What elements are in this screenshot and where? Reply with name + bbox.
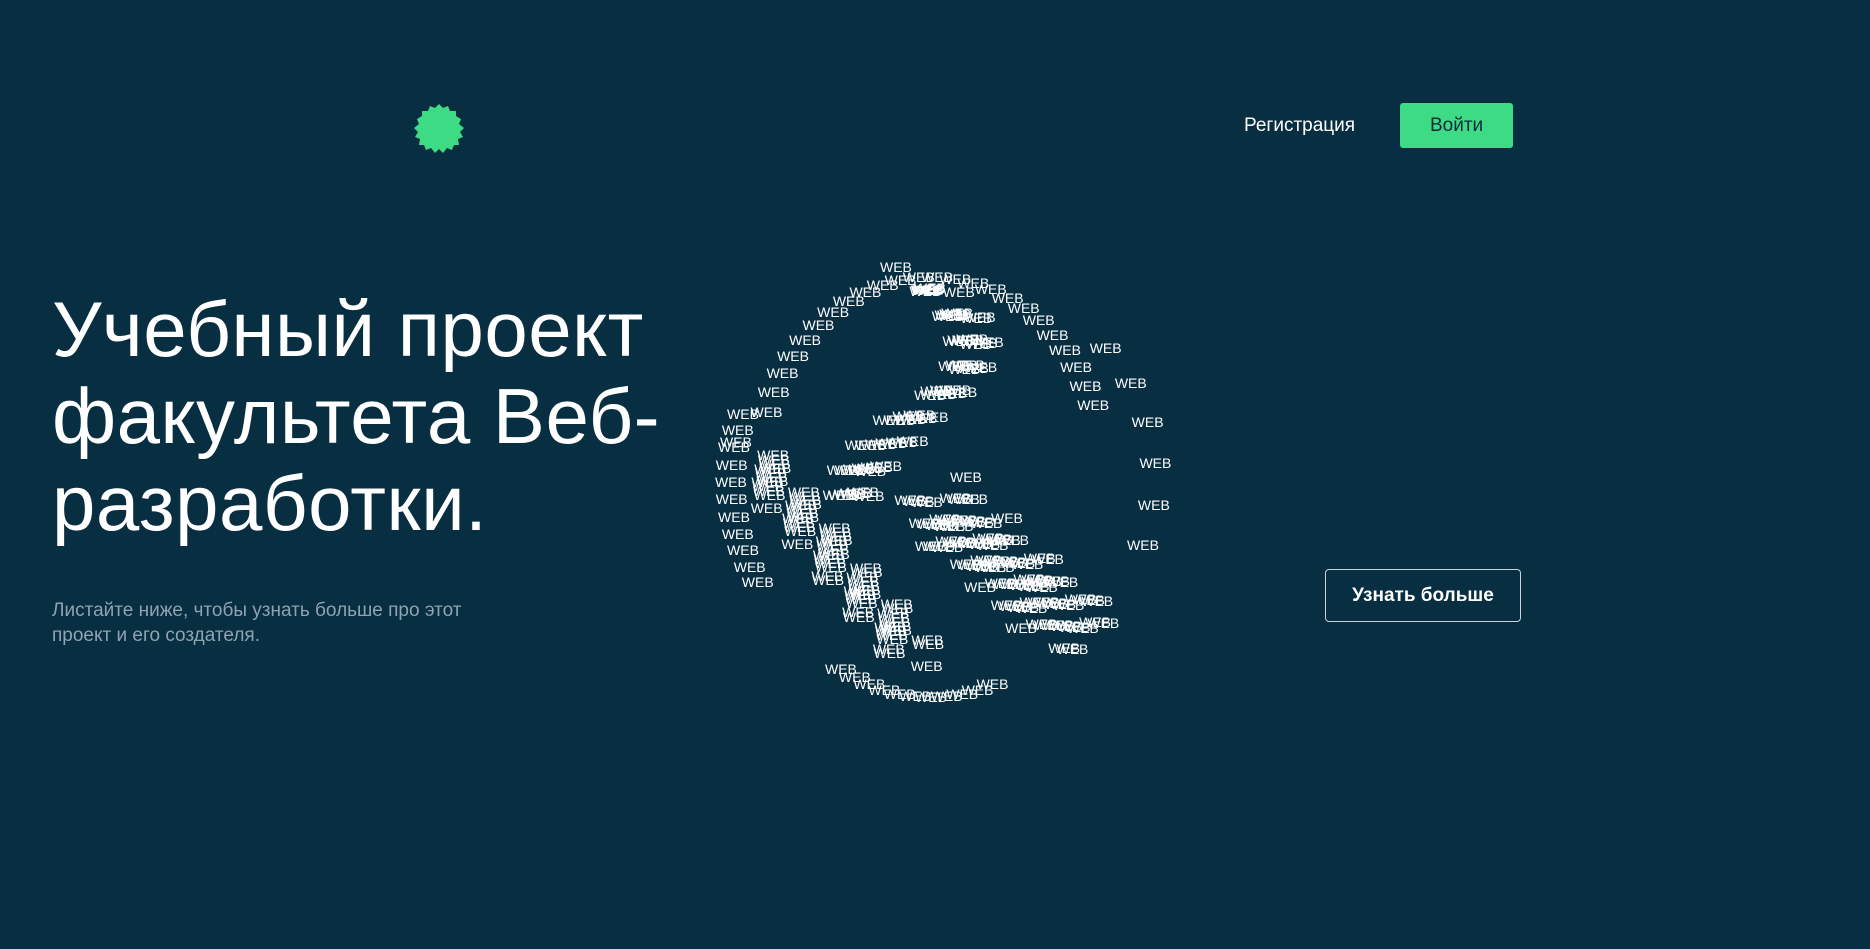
- web-word: WEB: [811, 568, 844, 585]
- web-word: WEB: [1139, 455, 1172, 472]
- web-word: WEB: [960, 309, 993, 326]
- web-word: WEB: [1036, 326, 1069, 343]
- web-word: WEB: [1127, 537, 1159, 554]
- web-word: WEB: [812, 546, 845, 563]
- web-word: WEB: [894, 492, 927, 509]
- web-word: WEB: [1025, 615, 1058, 632]
- web-word: WEB: [844, 437, 877, 454]
- web-word: WEB: [781, 536, 814, 553]
- web-word: WEB: [750, 500, 783, 517]
- login-button[interactable]: Войти: [1400, 103, 1514, 148]
- web-word: WEB: [1013, 571, 1046, 588]
- web-word: WEB: [1114, 375, 1147, 392]
- web-word: WEB: [757, 384, 790, 401]
- web-word: WEB: [942, 284, 975, 300]
- web-word: WEB: [718, 508, 750, 525]
- web-word: WEB: [715, 491, 748, 508]
- web-word: WEB: [939, 489, 972, 506]
- web-word: WEB: [822, 487, 855, 504]
- web-word: WEB: [1077, 397, 1110, 414]
- web-word: WEB: [1022, 312, 1055, 329]
- web-word: WEB: [948, 360, 981, 377]
- web-word: WEB: [950, 469, 982, 485]
- web-word: WEB: [874, 618, 907, 635]
- web-word: WEB: [991, 510, 1023, 526]
- web-word: WEB: [914, 386, 946, 403]
- web-word: WEB: [843, 582, 876, 599]
- web-word: WEB: [929, 510, 962, 527]
- web-word: WEB: [852, 488, 885, 505]
- web-word: WEB: [1079, 614, 1112, 631]
- web-word: WEB: [1131, 413, 1164, 430]
- web-word: WEB: [909, 283, 942, 300]
- web-word: WEB: [872, 640, 905, 657]
- web-word: WEB: [911, 632, 944, 649]
- web-word: WEB: [777, 347, 809, 364]
- web-word: WEB: [802, 316, 835, 333]
- web-word: WEB: [766, 365, 799, 382]
- badge-icon-svg: [414, 104, 464, 153]
- hero-title: Учебный проект факультета Веб-разработки…: [52, 285, 661, 547]
- web-word: WEB: [970, 551, 1003, 568]
- web-word: WEB: [1069, 377, 1102, 394]
- web-word: WEB: [741, 574, 774, 590]
- web-word: WEB: [1019, 593, 1052, 610]
- web-word-cloud: WEB WEB WEB WEB WEB WEB WEB WEB WEB WEB WEB WEB WEB W…: [700, 240, 1200, 710]
- web-word: WEB: [782, 510, 815, 527]
- web-word: WEB: [825, 660, 857, 677]
- web-word: WEB: [715, 456, 748, 473]
- web-word: WEB: [727, 405, 759, 422]
- web-word: WEB: [842, 604, 875, 621]
- web-word: WEB: [910, 658, 943, 675]
- web-word: WEB: [931, 308, 964, 325]
- web-word: WEB: [1137, 496, 1170, 513]
- register-link[interactable]: Регистрация: [1244, 115, 1355, 137]
- web-word: WEB: [935, 533, 968, 550]
- header-nav: Регистрация Войти: [1244, 103, 1514, 148]
- web-word: WEB: [854, 463, 887, 480]
- web-word: WEB: [1049, 342, 1081, 359]
- web-word: WEB: [972, 530, 1005, 547]
- logo-badge-icon[interactable]: [410, 102, 468, 160]
- web-word: WEB: [959, 335, 992, 352]
- web-word: WEB: [872, 412, 905, 429]
- learn-more-button[interactable]: Узнать больше: [1325, 569, 1521, 622]
- web-word: WEB: [715, 474, 747, 490]
- web-word: WEB: [1023, 550, 1056, 567]
- web-word: WEB: [733, 558, 766, 575]
- web-word: WEB: [720, 434, 752, 450]
- web-word: WEB: [990, 597, 1023, 614]
- web-word: WEB: [1089, 340, 1122, 357]
- web-word: WEB: [1064, 591, 1097, 608]
- web-word: WEB: [880, 259, 912, 275]
- web-word: WEB: [727, 542, 759, 559]
- web-word: WEB: [1048, 639, 1081, 656]
- web-word: WEB: [984, 574, 1017, 591]
- web-word: WEB: [789, 331, 821, 348]
- web-word: WEB: [751, 474, 784, 491]
- landing-page: Регистрация Войти Учебный проект факульт…: [0, 0, 1870, 949]
- web-word: WEB: [1060, 359, 1092, 376]
- web-word: WEB: [721, 525, 754, 542]
- hero-subtitle: Листайте ниже, чтобы узнать больше про э…: [52, 600, 462, 646]
